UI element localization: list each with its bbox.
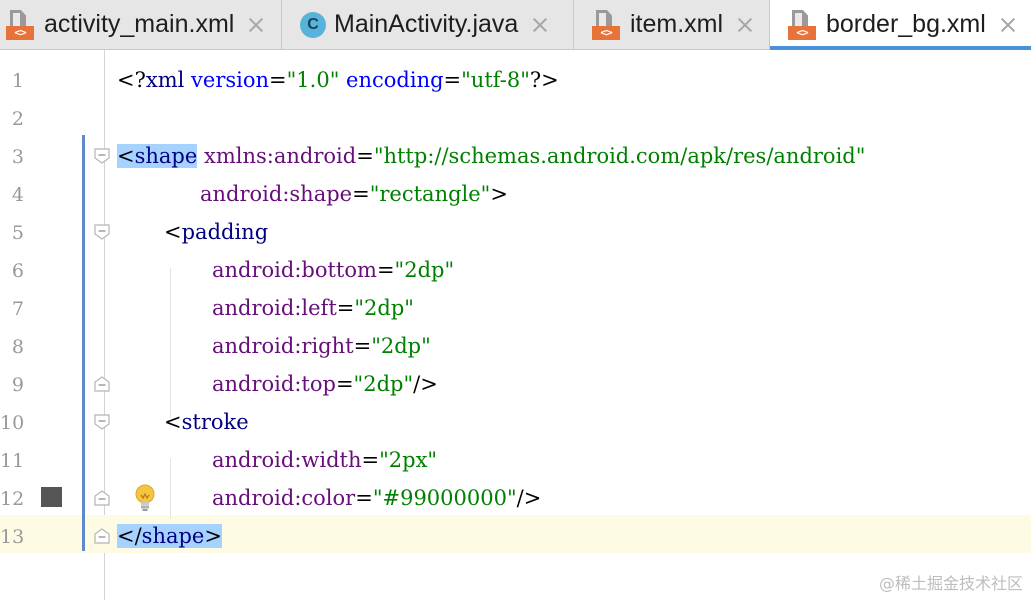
code-text: android:width="2px" [212,448,438,472]
line-number: 11 [0,450,25,472]
code-text: <stroke [164,410,249,434]
code-line-8: 8 android:right="2dp" [0,327,1031,365]
xml-file-icon: <> [788,8,818,42]
line-number: 3 [11,146,24,168]
code-line-9: 9 android:top="2dp"/> [0,365,1031,403]
editor-tab-bar: <> activity_main.xml C MainActivity.java… [0,0,1031,50]
line-number: 5 [11,222,24,244]
lightbulb-icon[interactable] [132,483,158,513]
fold-close-icon[interactable] [93,527,111,545]
line-number: 2 [11,108,24,130]
xml-file-icon: <> [6,8,36,42]
tab-label: item.xml [630,10,724,38]
code-line-3: 3 <shape xmlns:android="http://schemas.a… [0,137,1031,175]
close-icon[interactable] [532,17,548,33]
fold-open-icon[interactable] [93,223,111,241]
line-number: 10 [0,412,25,434]
watermark-text: @稀土掘金技术社区 [878,574,1023,593]
tab-activity-main-xml[interactable]: <> activity_main.xml [0,0,282,49]
code-line-10: 10 <stroke [0,403,1031,441]
fold-close-icon[interactable] [93,375,111,393]
xml-file-icon: <> [592,8,622,42]
line-number: 9 [11,374,24,396]
close-icon[interactable] [1000,17,1016,33]
line-number: 13 [0,526,25,548]
java-class-icon: C [300,11,326,38]
code-text: android:bottom="2dp" [212,258,455,282]
code-text: </shape> [117,524,222,548]
fold-open-icon[interactable] [93,147,111,165]
code-text: android:top="2dp"/> [212,372,438,396]
fold-close-icon[interactable] [93,489,111,507]
line-number: 7 [11,298,24,320]
code-text: android:color="#99000000"/> [212,486,542,510]
close-icon[interactable] [248,17,264,33]
tab-label: activity_main.xml [44,10,235,38]
tab-label: MainActivity.java [334,10,519,38]
code-line-11: 11 android:width="2px" [0,441,1031,479]
close-icon[interactable] [737,17,753,33]
code-editor[interactable]: 1 <?xml version="1.0" encoding="utf-8"?>… [0,50,1031,600]
code-text: <shape xmlns:android="http://schemas.and… [117,144,866,168]
code-text: android:right="2dp" [212,334,431,358]
code-line-4: 4 android:shape="rectangle"> [0,175,1031,213]
code-line-6: 6 android:bottom="2dp" [0,251,1031,289]
line-number: 6 [11,260,24,282]
line-number: 12 [0,488,25,510]
tab-item-xml[interactable]: <> item.xml [574,0,770,49]
tab-label: border_bg.xml [826,10,986,38]
line-number: 1 [11,70,24,92]
code-line-5: 5 <padding [0,213,1031,251]
tab-mainactivity-java[interactable]: C MainActivity.java [282,0,574,49]
bookmark-icon[interactable] [41,487,62,507]
code-line-1: 1 <?xml version="1.0" encoding="utf-8"?> [0,61,1031,99]
fold-open-icon[interactable] [93,413,111,431]
code-text: <padding [164,220,269,244]
code-line-7: 7 android:left="2dp" [0,289,1031,327]
line-number: 8 [11,336,24,358]
line-number: 4 [11,184,24,206]
tab-border-bg-xml[interactable]: <> border_bg.xml [770,0,1031,50]
code-text: <?xml version="1.0" encoding="utf-8"?> [117,68,559,92]
code-line-2: 2 [0,99,1031,137]
code-line-13: 13 </shape> [0,517,1031,555]
code-text: android:left="2dp" [212,296,414,320]
code-text: android:shape="rectangle"> [200,182,508,206]
